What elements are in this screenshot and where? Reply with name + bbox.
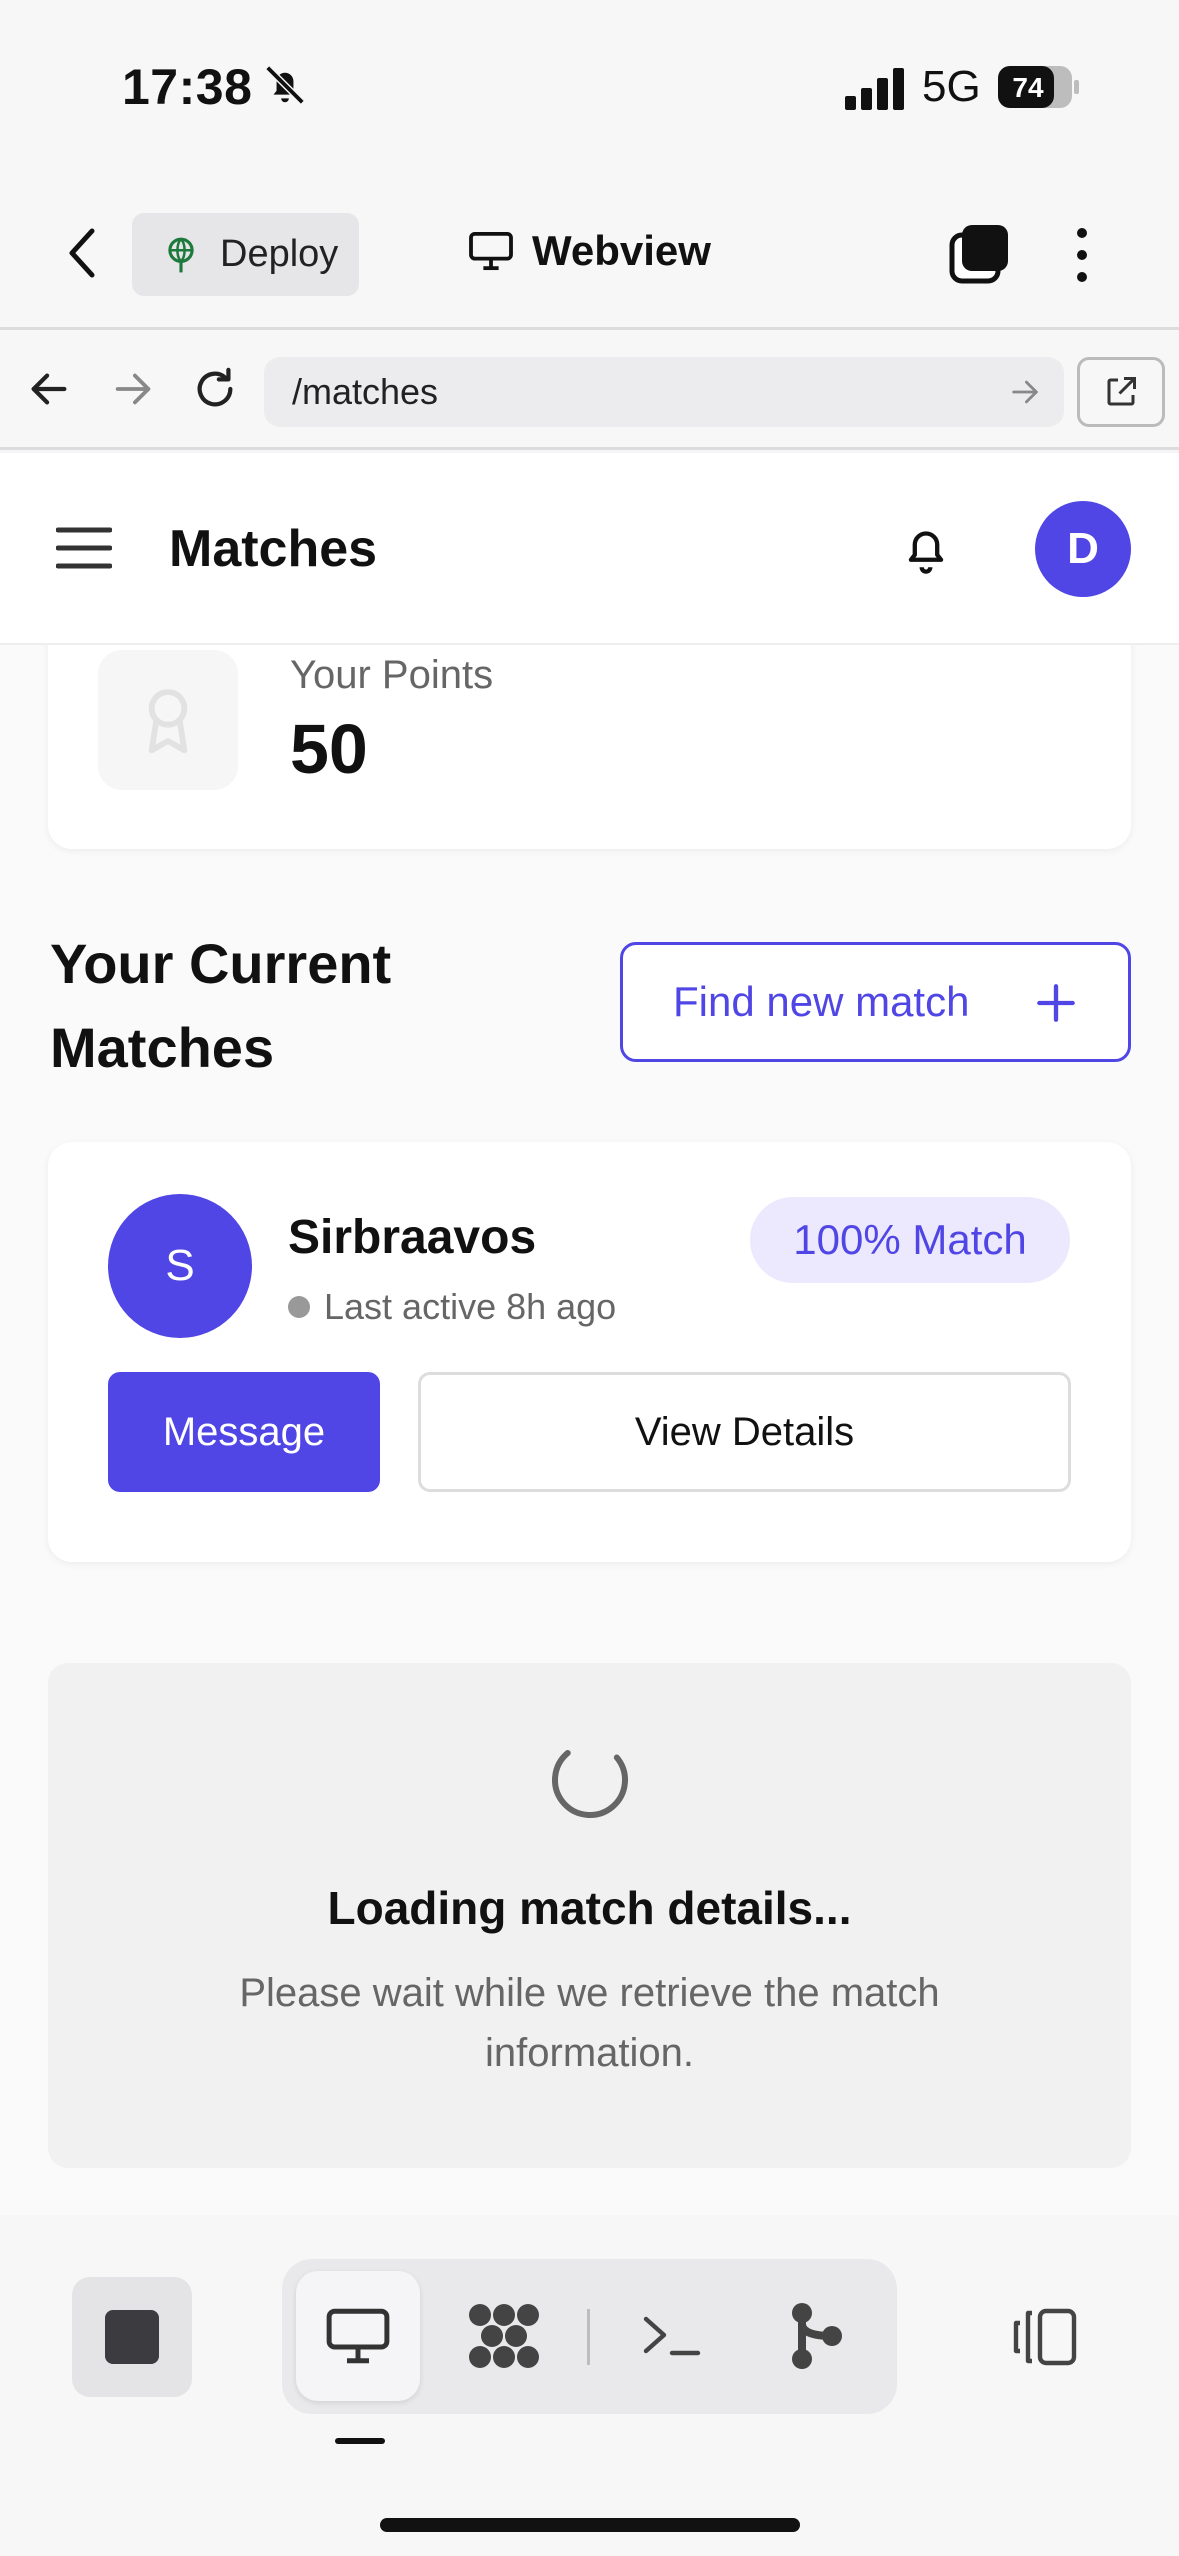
- deploy-icon: [168, 237, 194, 272]
- status-time: 17:38: [122, 59, 253, 115]
- branch-icon: [792, 2303, 842, 2369]
- webview-tool-button[interactable]: [296, 2271, 420, 2401]
- loading-title: Loading match details...: [327, 1882, 852, 1934]
- monitor-icon: [469, 231, 513, 271]
- reload-icon[interactable]: [192, 366, 238, 412]
- chevron-left-icon[interactable]: [62, 225, 102, 281]
- find-new-match-button[interactable]: Find new match: [620, 942, 1131, 1062]
- points-label: Your Points: [290, 653, 494, 697]
- loading-panel: Loading match details... Please wait whi…: [48, 1663, 1131, 2168]
- points-value: 50: [290, 710, 368, 788]
- arrow-right-icon[interactable]: [110, 366, 156, 412]
- external-link-icon: [1107, 377, 1136, 406]
- webview-label: Webview: [532, 227, 711, 274]
- page-title: Matches: [169, 520, 378, 578]
- main-content: Your Points 50 Your Current Matches Find…: [0, 645, 1179, 2215]
- go-arrow-icon[interactable]: [1008, 375, 1042, 409]
- deploy-button[interactable]: Deploy: [132, 213, 359, 296]
- award-icon: [148, 689, 188, 754]
- tool-switcher: [282, 2259, 897, 2414]
- section-title: Your Current Matches: [50, 932, 392, 1079]
- webview-title[interactable]: Webview: [468, 227, 711, 275]
- award-icon-box: [98, 650, 238, 790]
- status-bar: 17:38 5G 74: [0, 0, 1179, 175]
- page-header: Matches D: [0, 453, 1179, 645]
- hamburger-icon[interactable]: [56, 525, 112, 571]
- message-button[interactable]: Message: [108, 1372, 380, 1492]
- tabs-icon[interactable]: [948, 223, 1010, 285]
- match-avatar: S: [108, 1194, 252, 1338]
- view-details-button[interactable]: View Details: [418, 1372, 1071, 1492]
- stop-button[interactable]: [72, 2277, 192, 2397]
- kebab-icon[interactable]: [1070, 225, 1094, 285]
- stop-icon: [105, 2310, 159, 2364]
- home-indicator: [380, 2518, 800, 2532]
- points-card: Your Points 50: [48, 645, 1131, 849]
- cluster-tool-button[interactable]: [442, 2271, 566, 2401]
- url-path: /matches: [292, 371, 439, 412]
- plus-icon: [1037, 984, 1075, 1022]
- loading-subtitle: Please wait while we retrieve the match …: [239, 1971, 940, 2075]
- battery-icon: 74: [998, 66, 1079, 108]
- terminal-icon: [643, 2316, 701, 2356]
- last-active-status: Last active 8h ago: [288, 1286, 616, 1328]
- tool-divider: [587, 2309, 590, 2365]
- terminal-tool-button[interactable]: [610, 2271, 734, 2401]
- network-type: 5G: [922, 62, 981, 111]
- match-card: S Sirbraavos Last active 8h ago 100% Mat…: [48, 1142, 1131, 1562]
- url-input[interactable]: /matches: [264, 357, 1064, 427]
- user-avatar[interactable]: D: [1035, 501, 1131, 597]
- active-tool-indicator: [335, 2438, 385, 2444]
- arrow-left-icon[interactable]: [26, 366, 72, 412]
- cluster-icon: [469, 2304, 539, 2368]
- bell-off-icon: [265, 65, 305, 105]
- monitor-icon: [326, 2308, 390, 2364]
- bottom-toolbar: [0, 2215, 1179, 2556]
- deploy-label: Deploy: [220, 233, 339, 275]
- match-percentage-badge: 100% Match: [750, 1197, 1070, 1283]
- app-toolbar: Deploy Webview: [0, 175, 1179, 330]
- url-bar: /matches: [0, 330, 1179, 450]
- panel-icon[interactable]: [1010, 2307, 1080, 2367]
- last-active-text: Last active 8h ago: [324, 1286, 617, 1327]
- match-name: Sirbraavos: [288, 1211, 537, 1264]
- open-external-button[interactable]: [1077, 357, 1165, 427]
- spinner-icon: [552, 1742, 628, 1818]
- battery-level: 74: [1012, 72, 1044, 103]
- status-dot: [288, 1296, 310, 1318]
- signal-icon: [845, 68, 904, 110]
- bell-icon[interactable]: [900, 521, 952, 577]
- find-new-match-label: Find new match: [673, 978, 970, 1025]
- branch-tool-button[interactable]: [754, 2271, 878, 2401]
